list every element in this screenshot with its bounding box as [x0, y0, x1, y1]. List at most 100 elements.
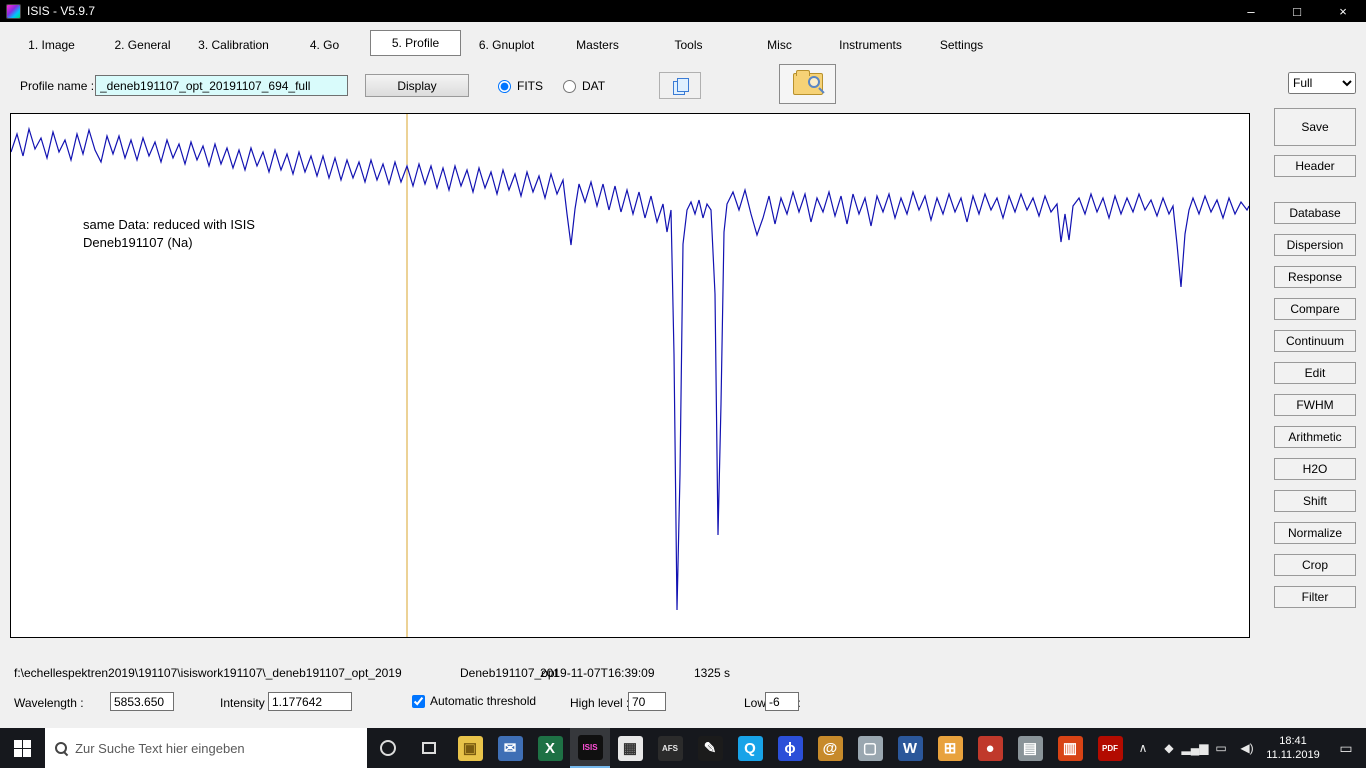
dat-radio-label[interactable]: DAT — [582, 79, 605, 93]
spectrum-plot[interactable]: same Data: reduced with ISIS Deneb191107… — [10, 113, 1250, 638]
tab-3-calibration[interactable]: 3. Calibration — [188, 34, 279, 56]
calculator-icon[interactable]: ▦ — [610, 728, 650, 768]
file-explorer-icon[interactable]: ▣ — [450, 728, 490, 768]
start-button[interactable] — [0, 728, 45, 768]
fits-radio-label[interactable]: FITS — [517, 79, 543, 93]
continuum-button[interactable]: Continuum — [1274, 330, 1356, 352]
excel-icon[interactable]: X — [530, 728, 570, 768]
red-app-icon-glyph: ● — [977, 735, 1003, 761]
dat-radio[interactable] — [563, 79, 576, 93]
network-icon[interactable]: ▂▄▆ — [1182, 741, 1209, 755]
shift-button[interactable]: Shift — [1274, 490, 1356, 512]
phoenix-icon-glyph: ϕ — [777, 735, 803, 761]
word-icon[interactable]: W — [890, 728, 930, 768]
pen-icon-glyph: ✎ — [697, 735, 723, 761]
mail-icon-glyph: ✉ — [497, 735, 523, 761]
isis-icon[interactable]: ISIS — [570, 728, 610, 768]
afs-icon-glyph: AFS — [657, 735, 683, 761]
profile-name-input[interactable] — [95, 75, 348, 96]
filter-button[interactable]: Filter — [1274, 586, 1356, 608]
book-app-icon-glyph: ▤ — [1017, 735, 1043, 761]
minimize-button[interactable]: – — [1228, 0, 1274, 22]
low-level-input[interactable] — [765, 692, 799, 711]
chevron-up-icon[interactable]: ∧ — [1130, 741, 1156, 755]
maximize-button[interactable]: □ — [1274, 0, 1320, 22]
red-app-icon[interactable]: ● — [970, 728, 1010, 768]
window-app-icon[interactable]: ▢ — [850, 728, 890, 768]
arithmetic-button[interactable]: Arithmetic — [1274, 426, 1356, 448]
mail-icon[interactable]: ✉ — [490, 728, 530, 768]
system-tray: ∧ ◆ ▂▄▆ ▭ ◀) 18:41 11.11.2019 ▭ — [1130, 728, 1366, 768]
edit-button[interactable]: Edit — [1274, 362, 1356, 384]
taskbar-search[interactable]: Zur Suche Text hier eingeben — [45, 728, 368, 768]
annotation-line1: same Data: reduced with ISIS — [83, 217, 255, 232]
tab-instruments[interactable]: Instruments — [825, 34, 916, 56]
intensity-label: Intensity : — [220, 696, 272, 710]
tab-6-gnuplot[interactable]: 6. Gnuplot — [461, 34, 552, 56]
spectrum-canvas — [11, 114, 1249, 637]
pdf-icon-glyph: PDF — [1097, 735, 1123, 761]
save-button[interactable]: Save — [1274, 108, 1356, 146]
fwhm-button[interactable]: FWHM — [1274, 394, 1356, 416]
wavelength-input[interactable] — [110, 692, 174, 711]
tab-1-image[interactable]: 1. Image — [6, 34, 97, 56]
wavelength-label: Wavelength : — [14, 696, 84, 710]
afs-icon[interactable]: AFS — [650, 728, 690, 768]
notification-center-button[interactable]: ▭ — [1326, 740, 1366, 757]
q-app-icon-glyph: Q — [737, 735, 763, 761]
normalize-button[interactable]: Normalize — [1274, 522, 1356, 544]
observation-datetime: 2019-11-07T16:39:09 — [540, 666, 655, 680]
volume-icon[interactable]: ◀) — [1234, 741, 1260, 755]
tab-4-go[interactable]: 4. Go — [279, 34, 370, 56]
title-bar: ISIS - V5.9.7 – □ × — [0, 0, 1366, 22]
compare-button[interactable]: Compare — [1274, 298, 1356, 320]
pdf-icon[interactable]: PDF — [1090, 728, 1130, 768]
automatic-threshold-checkbox[interactable] — [412, 694, 425, 708]
q-app-icon[interactable]: Q — [730, 728, 770, 768]
taskbar: Zur Suche Text hier eingeben ▣ ✉ X ISIS ▦ AFS… — [0, 728, 1366, 768]
copy-button[interactable] — [659, 72, 701, 99]
browse-button[interactable] — [779, 64, 836, 104]
crop-button[interactable]: Crop — [1274, 554, 1356, 576]
intensity-input[interactable] — [268, 692, 352, 711]
format-radio-group: FITS DAT — [498, 79, 619, 93]
automatic-threshold-label[interactable]: Automatic threshold — [430, 694, 536, 708]
phoenix-icon[interactable]: ϕ — [770, 728, 810, 768]
search-placeholder: Zur Suche Text hier eingeben — [75, 740, 245, 756]
close-button[interactable]: × — [1320, 0, 1366, 22]
sheet-app-icon-glyph: ⊞ — [937, 735, 963, 761]
taskbar-clock[interactable]: 18:41 11.11.2019 — [1260, 734, 1326, 762]
plot-annotation: same Data: reduced with ISIS Deneb191107… — [83, 216, 255, 252]
cortana-button[interactable] — [367, 728, 408, 768]
database-button[interactable]: Database — [1274, 202, 1356, 224]
tab-settings[interactable]: Settings — [916, 34, 1007, 56]
swirl-app-icon[interactable]: @ — [810, 728, 850, 768]
dispersion-button[interactable]: Dispersion — [1274, 234, 1356, 256]
tab-masters[interactable]: Masters — [552, 34, 643, 56]
pen-icon[interactable]: ✎ — [690, 728, 730, 768]
tab-2-general[interactable]: 2. General — [97, 34, 188, 56]
dropbox-icon[interactable]: ◆ — [1156, 741, 1182, 755]
battery-icon[interactable]: ▭ — [1208, 741, 1234, 755]
tab-5-profile[interactable]: 5. Profile — [370, 30, 461, 56]
book-app-icon[interactable]: ▤ — [1010, 728, 1050, 768]
spectrum-app-icon-glyph: ▥ — [1057, 735, 1083, 761]
tab-misc[interactable]: Misc — [734, 34, 825, 56]
high-level-input[interactable] — [628, 692, 666, 711]
header-button[interactable]: Header — [1274, 155, 1356, 177]
response-button[interactable]: Response — [1274, 266, 1356, 288]
tab-tools[interactable]: Tools — [643, 34, 734, 56]
file-path: f:\echellespektren2019\191107\isiswork19… — [14, 666, 402, 680]
sheet-app-icon[interactable]: ⊞ — [930, 728, 970, 768]
display-mode-select[interactable]: Full — [1288, 72, 1356, 94]
display-button[interactable]: Display — [365, 74, 469, 97]
isis-window: ISIS - V5.9.7 – □ × 1. Image 2. General 3.… — [0, 0, 1366, 768]
spectrum-trace — [11, 126, 1249, 611]
swirl-app-icon-glyph: @ — [817, 735, 843, 761]
task-view-button[interactable] — [409, 728, 450, 768]
cortana-icon — [380, 740, 397, 756]
spectrum-app-icon[interactable]: ▥ — [1050, 728, 1090, 768]
fits-radio[interactable] — [498, 79, 511, 93]
h2o-button[interactable]: H2O — [1274, 458, 1356, 480]
windows-logo-icon — [14, 739, 32, 757]
